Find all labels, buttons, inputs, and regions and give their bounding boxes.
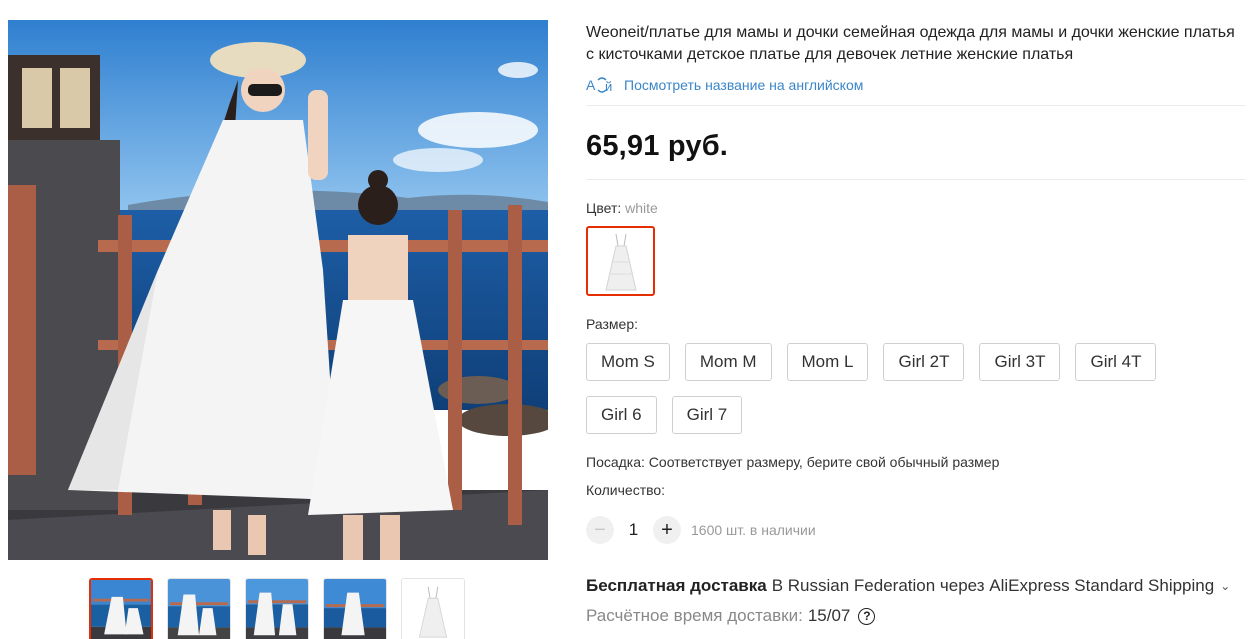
free-shipping-label: Бесплатная доставка	[586, 576, 767, 595]
divider	[586, 179, 1246, 180]
thumbnail-2[interactable]	[167, 578, 231, 639]
thumbnail-1[interactable]	[89, 578, 153, 639]
size-option-mom-s[interactable]: Mom S	[586, 343, 670, 381]
quantity-decrease-button[interactable]: −	[586, 516, 614, 544]
color-label: Цвет: white	[586, 200, 658, 216]
delivery-label: Расчётное время доставки:	[586, 606, 803, 625]
fit-info: Посадка: Соответствует размеру, берите с…	[586, 454, 1000, 470]
main-photo-illustration	[8, 20, 548, 560]
translate-icon: A й	[586, 77, 612, 94]
size-option-mom-l[interactable]: Mom L	[786, 343, 869, 381]
thumbnail-photo	[91, 580, 151, 639]
thumbnail-3[interactable]	[245, 578, 309, 639]
product-price: 65,91 руб.	[586, 130, 729, 162]
quantity-stepper: − 1 + 1600 шт. в наличии	[586, 516, 816, 544]
size-option-girl-2t[interactable]: Girl 2T	[883, 343, 965, 381]
size-option-girl-6[interactable]: Girl 6	[586, 396, 657, 434]
divider	[586, 105, 1246, 106]
translate-title-link[interactable]: A й Посмотреть название на английском	[586, 76, 863, 94]
chevron-down-icon[interactable]: ⌄	[1220, 579, 1230, 593]
svg-text:A: A	[586, 77, 596, 93]
thumbnail-photo	[168, 579, 230, 639]
shipping-info[interactable]: Бесплатная доставка В Russian Federation…	[586, 576, 1230, 596]
size-label: Размер:	[586, 316, 639, 332]
thumbnail-photo	[246, 579, 308, 639]
thumbnail-5[interactable]	[401, 578, 465, 639]
size-option-girl-7[interactable]: Girl 7	[671, 396, 743, 434]
thumbnail-photo	[402, 579, 464, 639]
translate-link-text[interactable]: Посмотреть название на английском	[624, 77, 863, 93]
quantity-increase-button[interactable]: +	[653, 516, 681, 544]
shipping-details: В Russian Federation через AliExpress St…	[771, 576, 1215, 595]
stock-count: 1600 шт. в наличии	[691, 522, 816, 538]
color-option-white[interactable]	[586, 226, 655, 296]
size-option-girl-4t[interactable]: Girl 4T	[1075, 343, 1157, 381]
delivery-date: 15/07	[807, 606, 851, 625]
size-option-girl-3t[interactable]: Girl 3T	[979, 343, 1061, 381]
delivery-estimate: Расчётное время доставки: 15/07 ?	[586, 606, 876, 626]
color-label-text: Цвет:	[586, 200, 622, 216]
main-product-image[interactable]	[8, 20, 548, 560]
product-title: Weoneit/платье для мамы и дочки семейная…	[586, 24, 1235, 63]
size-options: Mom S Mom M Mom L Girl 2T Girl 3T Girl 4…	[586, 343, 1206, 434]
size-option-mom-m[interactable]: Mom M	[684, 343, 772, 381]
help-icon[interactable]: ?	[858, 607, 876, 625]
color-selected-value: white	[625, 200, 658, 216]
thumbnail-4[interactable]	[323, 578, 387, 639]
thumbnail-photo	[324, 579, 386, 639]
svg-text:й: й	[605, 79, 612, 94]
dress-swatch-image	[604, 233, 637, 291]
quantity-label: Количество:	[586, 482, 666, 498]
quantity-value[interactable]: 1	[614, 520, 653, 540]
thumbnail-strip	[89, 578, 465, 639]
